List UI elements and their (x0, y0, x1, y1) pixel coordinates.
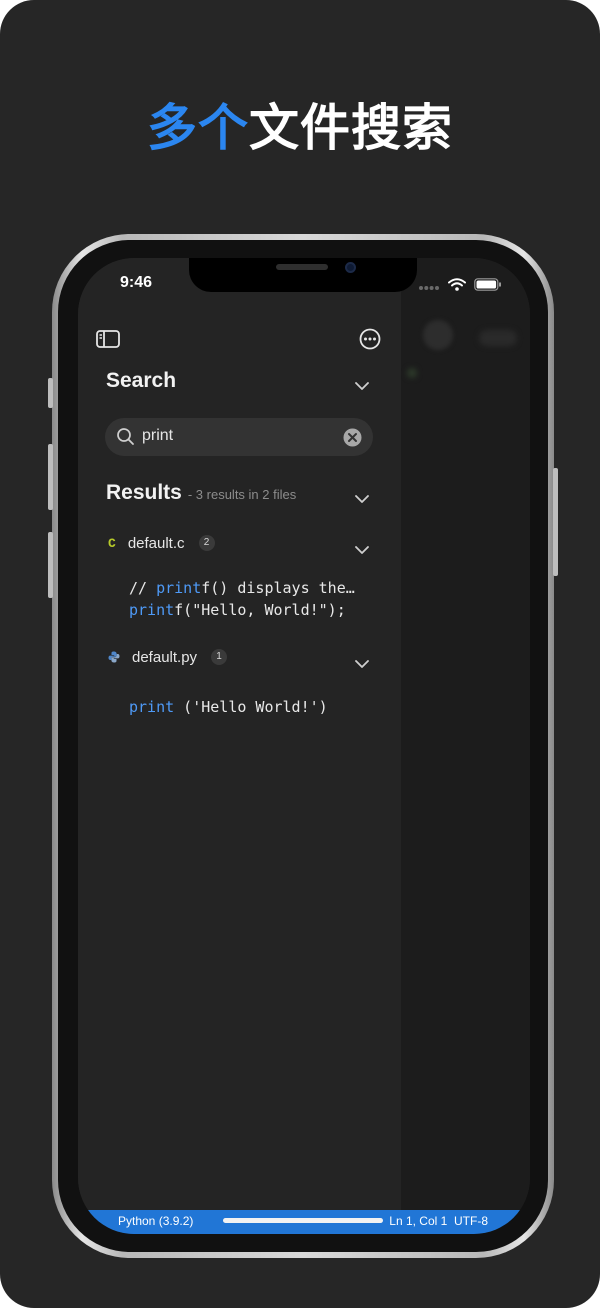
code-match: print (129, 601, 175, 619)
code-match: print (129, 698, 175, 716)
sidebar-icon[interactable] (96, 330, 120, 352)
results-summary: - 3 results in 2 files (187, 487, 297, 502)
file-encoding: UTF-8 (454, 1214, 488, 1228)
clear-search-icon[interactable] (343, 428, 362, 451)
result-file-name: default.py (132, 648, 198, 666)
mute-switch (48, 378, 53, 408)
status-indicators (418, 276, 502, 295)
headline-rest: 文件搜索 (249, 99, 453, 157)
phone-screen: Search print Results - 3 results in 2 fi… (78, 258, 530, 1234)
wifi-icon (448, 276, 466, 295)
search-query[interactable]: print (142, 427, 173, 445)
search-collapse-chevron-icon[interactable] (355, 376, 369, 395)
volume-up-button (48, 444, 53, 510)
status-time: 9:46 (120, 274, 153, 291)
code-prefix: // (129, 579, 157, 597)
match-count-badge: 2 (198, 535, 215, 551)
battery-icon (474, 276, 502, 295)
file-collapse-chevron-icon[interactable] (355, 654, 369, 673)
speaker-grille (276, 264, 328, 270)
result-line[interactable]: // printf() displays the… (129, 579, 355, 597)
power-button (553, 468, 558, 576)
file-collapse-chevron-icon[interactable] (355, 540, 369, 559)
result-line[interactable]: printf("Hello, World!"); (129, 601, 346, 619)
match-count-badge: 1 (211, 649, 228, 665)
blurred-button (423, 320, 453, 350)
search-section-title: Search (106, 369, 177, 392)
front-camera (345, 262, 356, 273)
search-input[interactable]: print (105, 418, 373, 456)
search-sidebar: Search print Results - 3 results in 2 fi… (78, 258, 401, 1234)
headline-accent: 多个 (147, 99, 249, 157)
code-suffix: ('Hello World!') (174, 698, 328, 716)
promo-card: 多个文件搜索 Search print Results - 3 results … (0, 0, 600, 1308)
search-icon (116, 427, 135, 450)
result-file-row[interactable]: C default.c 2 (108, 531, 215, 555)
ellipsis-circle-icon[interactable] (359, 328, 381, 354)
code-suffix: f() displays the… (201, 579, 355, 597)
code-match: print (156, 579, 202, 597)
code-suffix: f("Hello, World!"); (174, 601, 346, 619)
blurred-indicator (407, 368, 417, 378)
cursor-position: Ln 1, Col 1 (389, 1214, 448, 1228)
cursor-encoding-indicator[interactable]: Ln 1, Col 1 UTF-8 (389, 1214, 488, 1228)
blurred-toolbar-item (479, 330, 517, 346)
c-language-icon: C (108, 535, 116, 551)
language-indicator[interactable]: Python (3.9.2) (118, 1214, 193, 1228)
home-indicator[interactable] (223, 1218, 383, 1223)
results-collapse-chevron-icon[interactable] (355, 489, 369, 508)
volume-down-button (48, 532, 53, 598)
results-header: Results - 3 results in 2 files (106, 481, 296, 505)
result-file-row[interactable]: default.py 1 (108, 645, 228, 669)
result-line[interactable]: print ('Hello World!') (129, 698, 328, 716)
editor-area (401, 258, 530, 1234)
results-title: Results (106, 481, 182, 504)
cellular-dots-icon (418, 276, 440, 295)
phone-notch (189, 258, 417, 292)
python-icon (108, 648, 120, 667)
result-file-name: default.c (127, 534, 185, 552)
promo-headline: 多个文件搜索 (0, 88, 600, 160)
